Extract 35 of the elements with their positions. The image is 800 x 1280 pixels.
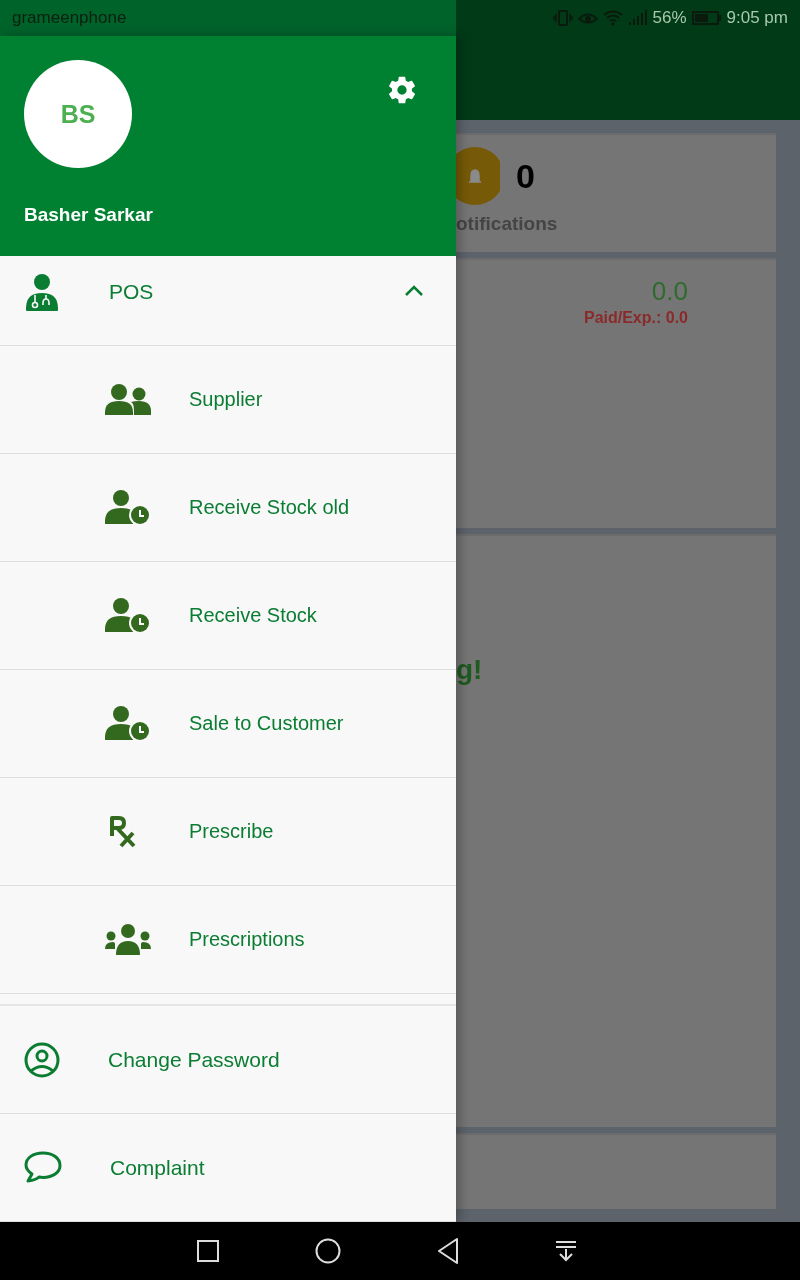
carrier-name: grameenphone (12, 8, 127, 28)
back-icon[interactable] (437, 1238, 459, 1264)
notification-count: 0 (516, 156, 535, 196)
bell-icon (456, 147, 500, 205)
recents-icon[interactable] (197, 1240, 219, 1262)
settings-icon[interactable] (386, 74, 418, 106)
submenu-item[interactable]: Prescriptions (0, 886, 456, 994)
avatar: BS (24, 60, 132, 168)
vibrate-icon (552, 10, 573, 26)
signal-icon (627, 10, 648, 26)
people-icon (105, 383, 151, 416)
paid-expense: Paid/Exp.: 0.0 (583, 309, 688, 327)
account-circle-icon (24, 1041, 60, 1078)
chevron-up-icon[interactable] (404, 285, 424, 297)
person-clock-icon (105, 489, 151, 526)
balance-amount: 0.0 (651, 276, 688, 307)
submenu-item[interactable]: Supplier (0, 346, 456, 454)
clock-time: 9:05 pm (726, 8, 788, 28)
person-clock-icon (105, 597, 151, 634)
person-clock-icon (105, 705, 151, 742)
battery-icon (691, 11, 722, 25)
submenu-item[interactable]: Receive Stock old (0, 454, 456, 562)
battery-percent: 56% (652, 8, 687, 28)
message-text: g! (456, 654, 483, 685)
user-name: Basher Sarkar (24, 204, 154, 226)
notification-shade-icon[interactable] (555, 1240, 577, 1262)
home-icon[interactable] (315, 1238, 341, 1264)
group-icon (105, 923, 151, 956)
wifi-icon (602, 10, 623, 26)
submenu-item[interactable]: Sale to Customer (0, 670, 456, 778)
menu-item[interactable]: POS (0, 256, 456, 346)
eye-icon (577, 11, 598, 25)
submenu-item[interactable]: Receive Stock (0, 562, 456, 670)
chat-bubble-icon (24, 1151, 62, 1184)
doctor-icon (25, 274, 59, 312)
